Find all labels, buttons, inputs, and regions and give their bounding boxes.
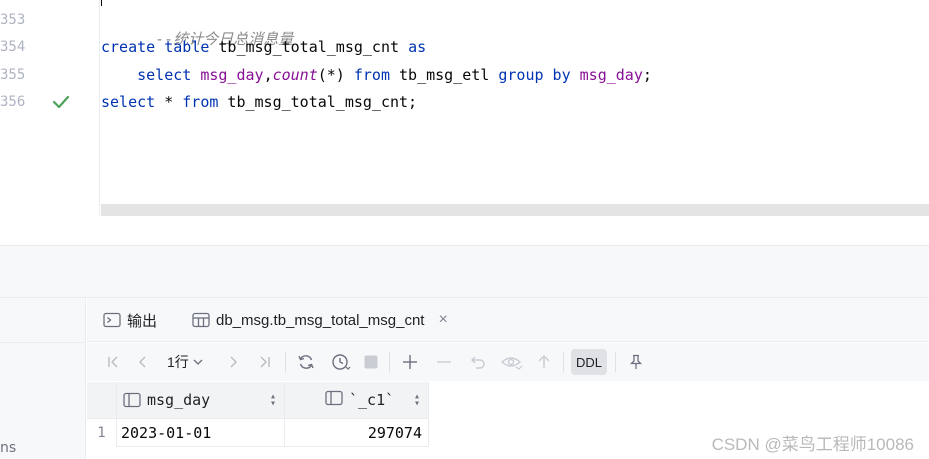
sort-icon[interactable]: ▴ ▾ [270, 392, 276, 409]
keyword: group by [498, 66, 571, 84]
upload-icon[interactable] [533, 351, 555, 373]
semicolon: ; [642, 66, 652, 84]
left-panel-label: ns [0, 440, 17, 456]
code-line-select-group: select msg_day,count(*) from tb_msg_etl … [101, 66, 652, 84]
keyword: select [137, 66, 192, 84]
table-cell[interactable]: 297074 [285, 419, 429, 447]
keyword: create table [101, 38, 210, 56]
row-number[interactable]: 1 [87, 419, 117, 447]
column-header-label: `_c1` [349, 391, 395, 409]
column-name: msg_day [579, 66, 643, 84]
star: * [155, 93, 183, 111]
code-area[interactable]: --统计今日总消息量 create table tb_msg_total_msg… [101, 0, 929, 204]
text-cursor [101, 0, 102, 6]
table-name: tb_msg_total_msg_cnt [209, 38, 409, 56]
undo-icon[interactable] [467, 351, 489, 373]
watermark: CSDN @菜鸟工程师10086 [711, 435, 914, 454]
toolbar-divider [389, 352, 390, 372]
tab-result-label: db_msg.tb_msg_total_msg_cnt [216, 311, 425, 329]
editor-gutter: 353 354 355 356 [0, 0, 100, 216]
function-args: (*) [317, 66, 354, 84]
page-size-label: 1行 [167, 354, 189, 370]
table-icon [192, 312, 210, 328]
table-name: tb_msg_total_msg_cnt; [218, 93, 418, 111]
column-header-label: msg_day [147, 391, 211, 409]
keyword: as [408, 38, 427, 56]
tab-output-label: 输出 [127, 312, 158, 330]
keyword: select [101, 93, 156, 111]
column-icon [123, 392, 141, 408]
refresh-icon[interactable] [295, 351, 317, 373]
panel-header-area [0, 246, 929, 298]
sort-icon[interactable]: ▴ ▾ [414, 392, 420, 409]
check-icon [52, 95, 70, 109]
line-number: 353 [0, 12, 26, 28]
code-line-create: create table tb_msg_total_msg_cnt as [101, 38, 426, 56]
clock-icon[interactable] [329, 351, 353, 373]
table-name: tb_msg_etl [390, 66, 499, 84]
column-icon [325, 390, 343, 410]
page-size-selector[interactable]: 1行 [167, 351, 204, 373]
results-toolbar: 1行 DDL [87, 343, 929, 381]
next-page-icon[interactable] [223, 351, 243, 373]
close-icon[interactable]: × [438, 311, 447, 329]
keyword: from [353, 66, 390, 84]
divider [0, 342, 86, 343]
column-header-msg-day[interactable]: msg_day ▴ ▾ [117, 382, 285, 419]
editor-bottom-area [0, 216, 929, 246]
toolbar-divider [563, 352, 564, 372]
terminal-icon [103, 312, 121, 328]
preview-icon[interactable] [499, 351, 525, 373]
first-page-icon[interactable] [103, 351, 123, 373]
function-name: count [272, 66, 318, 84]
sql-editor[interactable]: 353 354 355 356 --统计今日总消息量 create table … [0, 0, 929, 216]
line-number: 356 [0, 94, 26, 110]
left-side-panel [0, 298, 86, 459]
line-number: 355 [0, 67, 26, 83]
horizontal-scrollbar[interactable] [101, 204, 929, 216]
column-header-c1[interactable]: `_c1` ▴ ▾ [285, 382, 429, 419]
toolbar-divider [285, 352, 286, 372]
prev-page-icon[interactable] [133, 351, 153, 373]
chevron-down-icon [193, 359, 203, 365]
tab-result-table[interactable]: db_msg.tb_msg_total_msg_cnt × [192, 298, 448, 342]
pin-icon[interactable] [625, 351, 647, 373]
comma: , [263, 66, 273, 84]
grid-corner[interactable] [87, 382, 117, 419]
column-name: msg_day [200, 66, 264, 84]
results-tabs: 输出 db_msg.tb_msg_total_msg_cnt × [87, 298, 929, 342]
stop-icon[interactable] [361, 351, 381, 373]
tab-output[interactable]: 输出 [103, 298, 157, 342]
last-page-icon[interactable] [255, 351, 275, 373]
table-cell[interactable]: 2023-01-01 [117, 419, 285, 447]
delete-row-icon[interactable] [433, 351, 455, 373]
code-line-select-star: select * from tb_msg_total_msg_cnt; [101, 93, 417, 111]
toolbar-divider [615, 352, 616, 372]
line-number: 354 [0, 39, 26, 55]
ddl-button[interactable]: DDL [571, 349, 607, 375]
keyword: from [182, 93, 219, 111]
add-row-icon[interactable] [399, 351, 421, 373]
